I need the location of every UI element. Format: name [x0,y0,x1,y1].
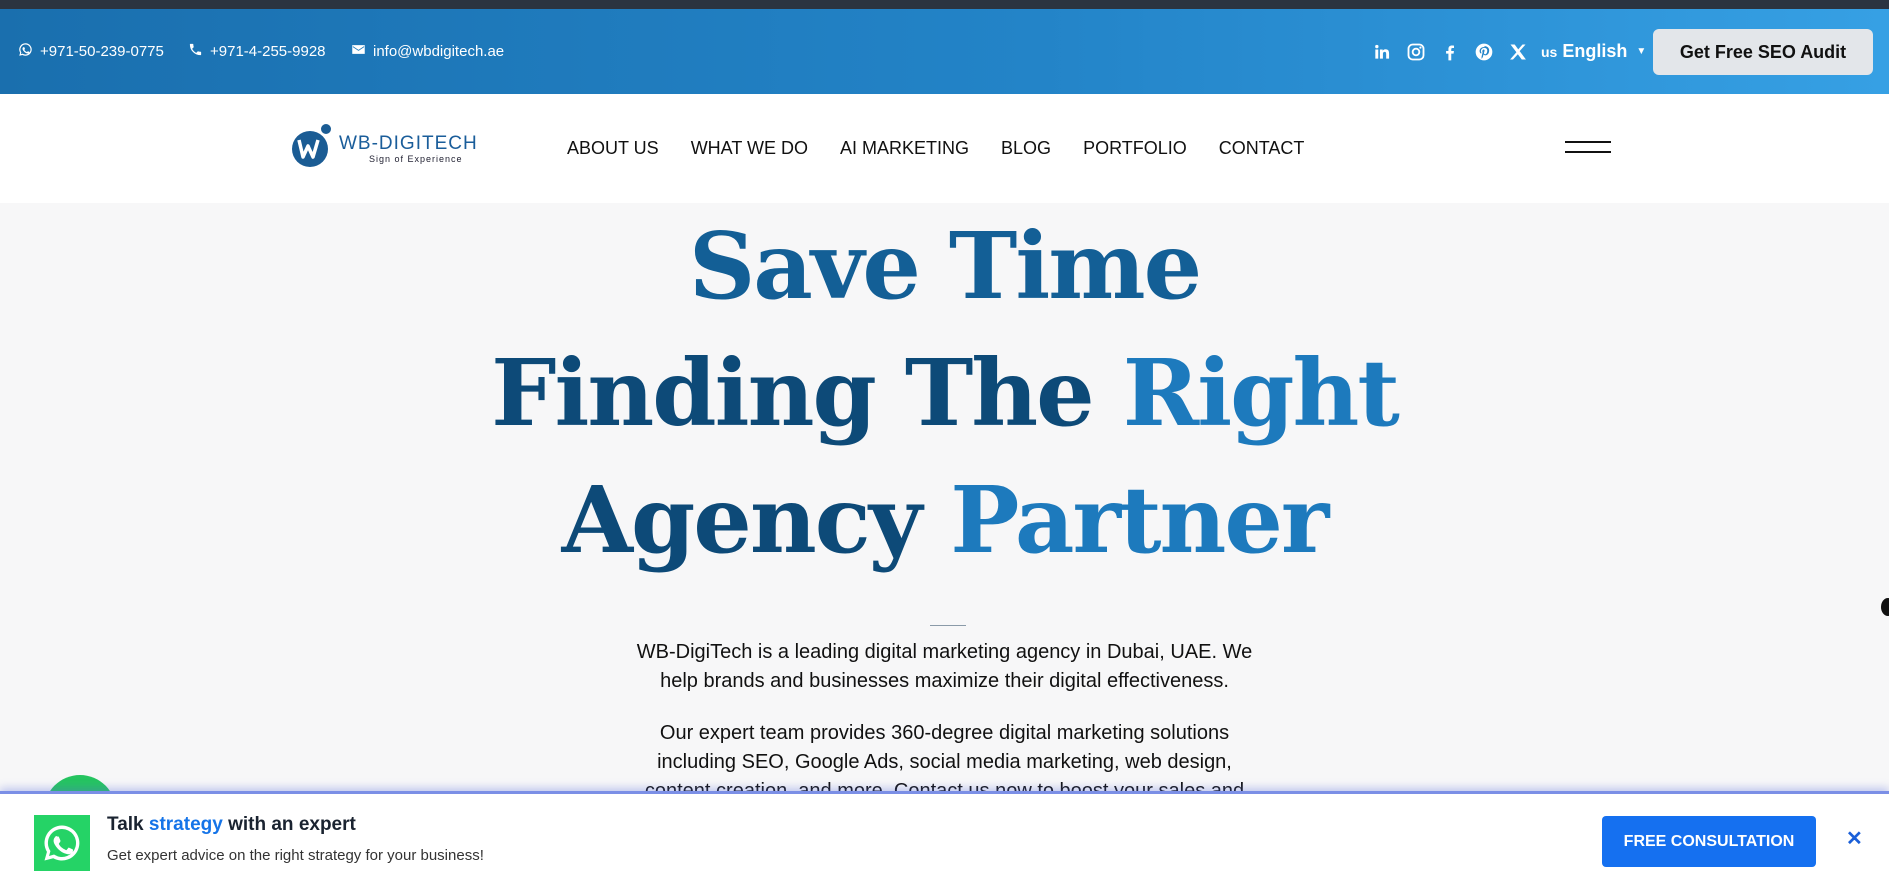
phone-contact[interactable]: +971-4-255-9928 [188,9,326,94]
banner-title-post: with an expert [228,814,356,835]
logo-tagline: Sign of Experience [369,153,463,164]
whatsapp-icon [18,42,33,61]
consultation-banner: Talk strategy with an expert Get expert … [0,791,1889,887]
whatsapp-number: +971-50-239-0775 [40,43,164,60]
phone-number: +971-4-255-9928 [210,43,326,60]
linkedin-icon[interactable] [1372,42,1392,62]
us-flag-icon: us [1541,43,1558,60]
intro-line-2: help brands and businesses maximize thei… [660,670,1229,692]
free-seo-audit-button[interactable]: Get Free SEO Audit [1653,29,1873,75]
hero-divider [930,625,966,626]
instagram-icon[interactable] [1406,42,1426,62]
headline-line-3a: Agency [561,466,923,574]
banner-title: Talk strategy with an expert [107,814,356,836]
headline-line-2a: Finding The [491,339,1095,447]
banner-title-pre: Talk [107,814,144,835]
main-menu: ABOUT US WHAT WE DO AI MARKETING BLOG PO… [567,94,1304,203]
close-icon[interactable]: ✕ [1846,826,1863,851]
site-logo[interactable]: WB-DIGITECH Sign of Experience [291,123,478,176]
whatsapp-contact[interactable]: +971-50-239-0775 [18,9,164,94]
nav-about-us[interactable]: ABOUT US [567,138,659,159]
banner-subtitle: Get expert advice on the right strategy … [107,847,484,864]
email-contact[interactable]: info@wbdigitech.ae [351,9,504,94]
scroll-indicator[interactable] [1881,598,1889,616]
nav-portfolio[interactable]: PORTFOLIO [1083,138,1187,159]
hero-section: Save Time Finding The Right Agency Partn… [0,203,1889,802]
nav-contact[interactable]: CONTACT [1219,138,1305,159]
top-strip [0,0,1889,9]
nav-what-we-do[interactable]: WHAT WE DO [691,138,808,159]
top-bar: +971-50-239-0775 +971-4-255-9928 info@wb… [0,9,1889,94]
banner-title-accent: strategy [148,814,223,835]
headline-line-2b: Right [1122,339,1400,447]
phone-icon [188,42,203,61]
logo-name: WB-DIGITECH [339,132,478,154]
services-line-2: including SEO, Google Ads, social media … [657,751,1232,773]
services-line-1: Our expert team provides 360-degree digi… [659,722,1230,744]
caret-down-icon: ▼ [1636,46,1647,57]
x-icon[interactable] [1508,42,1528,62]
nav-blog[interactable]: BLOG [1001,138,1051,159]
logo-mark-icon [291,123,333,176]
headline-line-3b: Partner [950,466,1329,574]
main-navbar: WB-DIGITECH Sign of Experience ABOUT US … [0,94,1889,203]
email-address: info@wbdigitech.ae [373,43,505,60]
intro-line-1: WB-DigiTech is a leading digital marketi… [636,641,1253,663]
hero-headline: Save Time Finding The Right Agency Partn… [0,203,1889,584]
hero-intro-paragraph: WB-DigiTech is a leading digital marketi… [0,638,1889,696]
language-selector[interactable]: us English ▼ [1541,9,1646,94]
facebook-icon[interactable] [1440,42,1460,62]
whatsapp-icon[interactable] [34,815,90,871]
language-label: English [1562,41,1628,61]
hamburger-menu-icon[interactable] [1565,141,1611,155]
free-consultation-button[interactable]: FREE CONSULTATION [1602,816,1816,867]
social-links [1372,9,1528,94]
nav-ai-marketing[interactable]: AI MARKETING [840,138,969,159]
headline-line-1: Save Time [688,212,1202,320]
envelope-icon [351,42,366,61]
pinterest-icon[interactable] [1474,42,1494,62]
